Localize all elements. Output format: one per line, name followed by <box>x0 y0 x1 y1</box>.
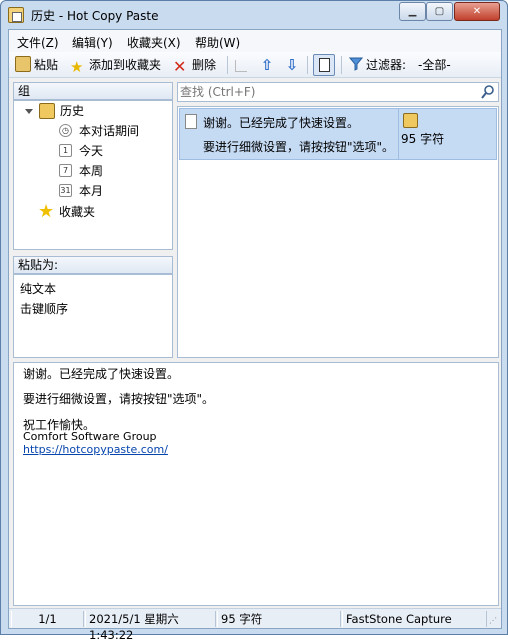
star-plus-icon: ★ <box>70 58 84 76</box>
history-icon <box>39 103 55 119</box>
favorites-star-icon: ★ <box>38 201 55 222</box>
clip-line-2: 要进行细微设置，请按按钮"选项"。 <box>203 140 395 154</box>
paste-as-keystrokes[interactable]: 击键顺序 <box>20 300 68 317</box>
move-down-arrow-icon[interactable]: ⇩ <box>284 57 300 73</box>
title-bar[interactable]: 历史 - Hot Copy Paste ▁ ▢ ✕ <box>1 1 507 29</box>
clips-list: 谢谢。已经完成了快速设置。 要进行细微设置，请按按钮"选项"。 95 字符 <box>177 106 499 358</box>
menu-bar: 文件(Z) 编辑(Y) 收藏夹(X) 帮助(W) <box>9 30 501 52</box>
clip-size: 95 字符 <box>401 132 445 146</box>
clip-row[interactable]: 谢谢。已经完成了快速设置。 要进行细微设置，请按按钮"选项"。 95 字符 <box>179 108 497 160</box>
client-area: 文件(Z) 编辑(Y) 收藏夹(X) 帮助(W) 粘贴 ★ 添加到收藏夹 ✕ 删除 … <box>8 29 502 642</box>
delete-label: 删除 <box>192 58 217 72</box>
filter-funnel-icon <box>349 57 363 71</box>
preview-company: Comfort Software Group <box>23 430 157 443</box>
tree-item-today[interactable]: 今天 <box>79 142 103 160</box>
status-char-count: 95 字符 <box>217 611 341 627</box>
session-clock-icon: ◷ <box>59 124 72 137</box>
delete-button[interactable]: ✕ 删除 <box>173 56 217 76</box>
menu-edit[interactable]: 编辑(Y) <box>72 34 113 51</box>
filter-label: 过滤器: <box>366 58 407 72</box>
app-clipboard-icon <box>8 7 24 23</box>
tree-icon <box>235 60 247 72</box>
search-box <box>177 82 499 102</box>
preview-line-2: 要进行细微设置，请按按钮"选项"。 <box>23 392 215 406</box>
preview-line-1: 谢谢。已经完成了快速设置。 <box>23 367 180 381</box>
calendar-week-icon: 7 <box>59 164 72 177</box>
paste-icon <box>15 56 31 72</box>
maximize-button[interactable]: ▢ <box>426 2 453 21</box>
paste-as-list: 纯文本 击键顺序 <box>13 274 173 358</box>
toolbar: 粘贴 ★ 添加到收藏夹 ✕ 删除 ⇧ ⇩ 过滤器: -全部- <box>9 52 501 78</box>
groups-header: 组 <box>13 82 173 100</box>
toolbar-separator <box>227 56 228 74</box>
delete-x-icon: ✕ <box>173 57 187 76</box>
clip-source-icon <box>403 113 418 128</box>
preview-website-link[interactable]: https://hotcopypaste.com/ <box>23 443 168 456</box>
groups-tree: 历史 ◷ 本对话期间 1 今天 7 本周 31 本月 ★ 收藏夹 <box>13 100 173 250</box>
add-favorites-label: 添加到收藏夹 <box>89 58 162 72</box>
app-window: 历史 - Hot Copy Paste ▁ ▢ ✕ 文件(Z) 编辑(Y) 收藏… <box>0 0 508 642</box>
paste-button[interactable]: 粘贴 <box>15 56 58 74</box>
tree-item-favorites[interactable]: 收藏夹 <box>59 203 95 221</box>
status-source-app: FastStone Capture <box>342 611 487 627</box>
toolbar-separator <box>341 56 342 74</box>
add-to-favorites-button[interactable]: ★ 添加到收藏夹 <box>70 56 162 76</box>
expand-collapse-arrow-icon[interactable] <box>25 109 33 114</box>
filter-dropdown[interactable]: -全部- <box>418 56 451 74</box>
tree-item-history[interactable]: 历史 <box>60 102 84 120</box>
minimize-button[interactable]: ▁ <box>399 2 426 21</box>
close-button[interactable]: ✕ <box>454 2 500 21</box>
preview-pane[interactable]: 谢谢。已经完成了快速设置。 要进行细微设置，请按按钮"选项"。 祝工作愉快。 C… <box>13 362 499 606</box>
tree-structure-button[interactable] <box>235 56 250 74</box>
paste-as-header: 粘贴为: <box>13 256 173 274</box>
status-datetime: 2021/5/1 星期六 1:43:22 <box>85 611 216 642</box>
menu-file[interactable]: 文件(Z) <box>17 34 59 51</box>
calendar-day-icon: 1 <box>59 144 72 157</box>
paste-as-plain-text[interactable]: 纯文本 <box>20 280 56 297</box>
paste-label: 粘贴 <box>34 58 59 72</box>
window-title: 历史 - Hot Copy Paste <box>31 9 159 23</box>
find-panel-toggle-button[interactable] <box>313 54 335 76</box>
tree-item-this-session[interactable]: 本对话期间 <box>79 122 139 140</box>
resize-grip-icon[interactable]: ⋰ <box>489 616 499 626</box>
clip-line-1: 谢谢。已经完成了快速设置。 <box>203 116 360 130</box>
search-icon[interactable] <box>480 84 496 100</box>
menu-favorites[interactable]: 收藏夹(X) <box>127 34 181 51</box>
status-bar: 1/1 2021/5/1 星期六 1:43:22 95 字符 FastStone… <box>9 608 501 642</box>
calendar-month-icon: 31 <box>59 184 72 197</box>
move-up-arrow-icon[interactable]: ⇧ <box>259 57 275 73</box>
search-input[interactable] <box>180 84 470 100</box>
toolbar-separator <box>307 56 308 74</box>
text-document-icon <box>185 114 197 129</box>
status-page-count: 1/1 <box>11 611 84 627</box>
menu-help[interactable]: 帮助(W) <box>195 34 240 51</box>
column-divider <box>398 109 399 159</box>
tree-item-this-week[interactable]: 本周 <box>79 162 103 180</box>
tree-item-this-month[interactable]: 本月 <box>79 182 103 200</box>
